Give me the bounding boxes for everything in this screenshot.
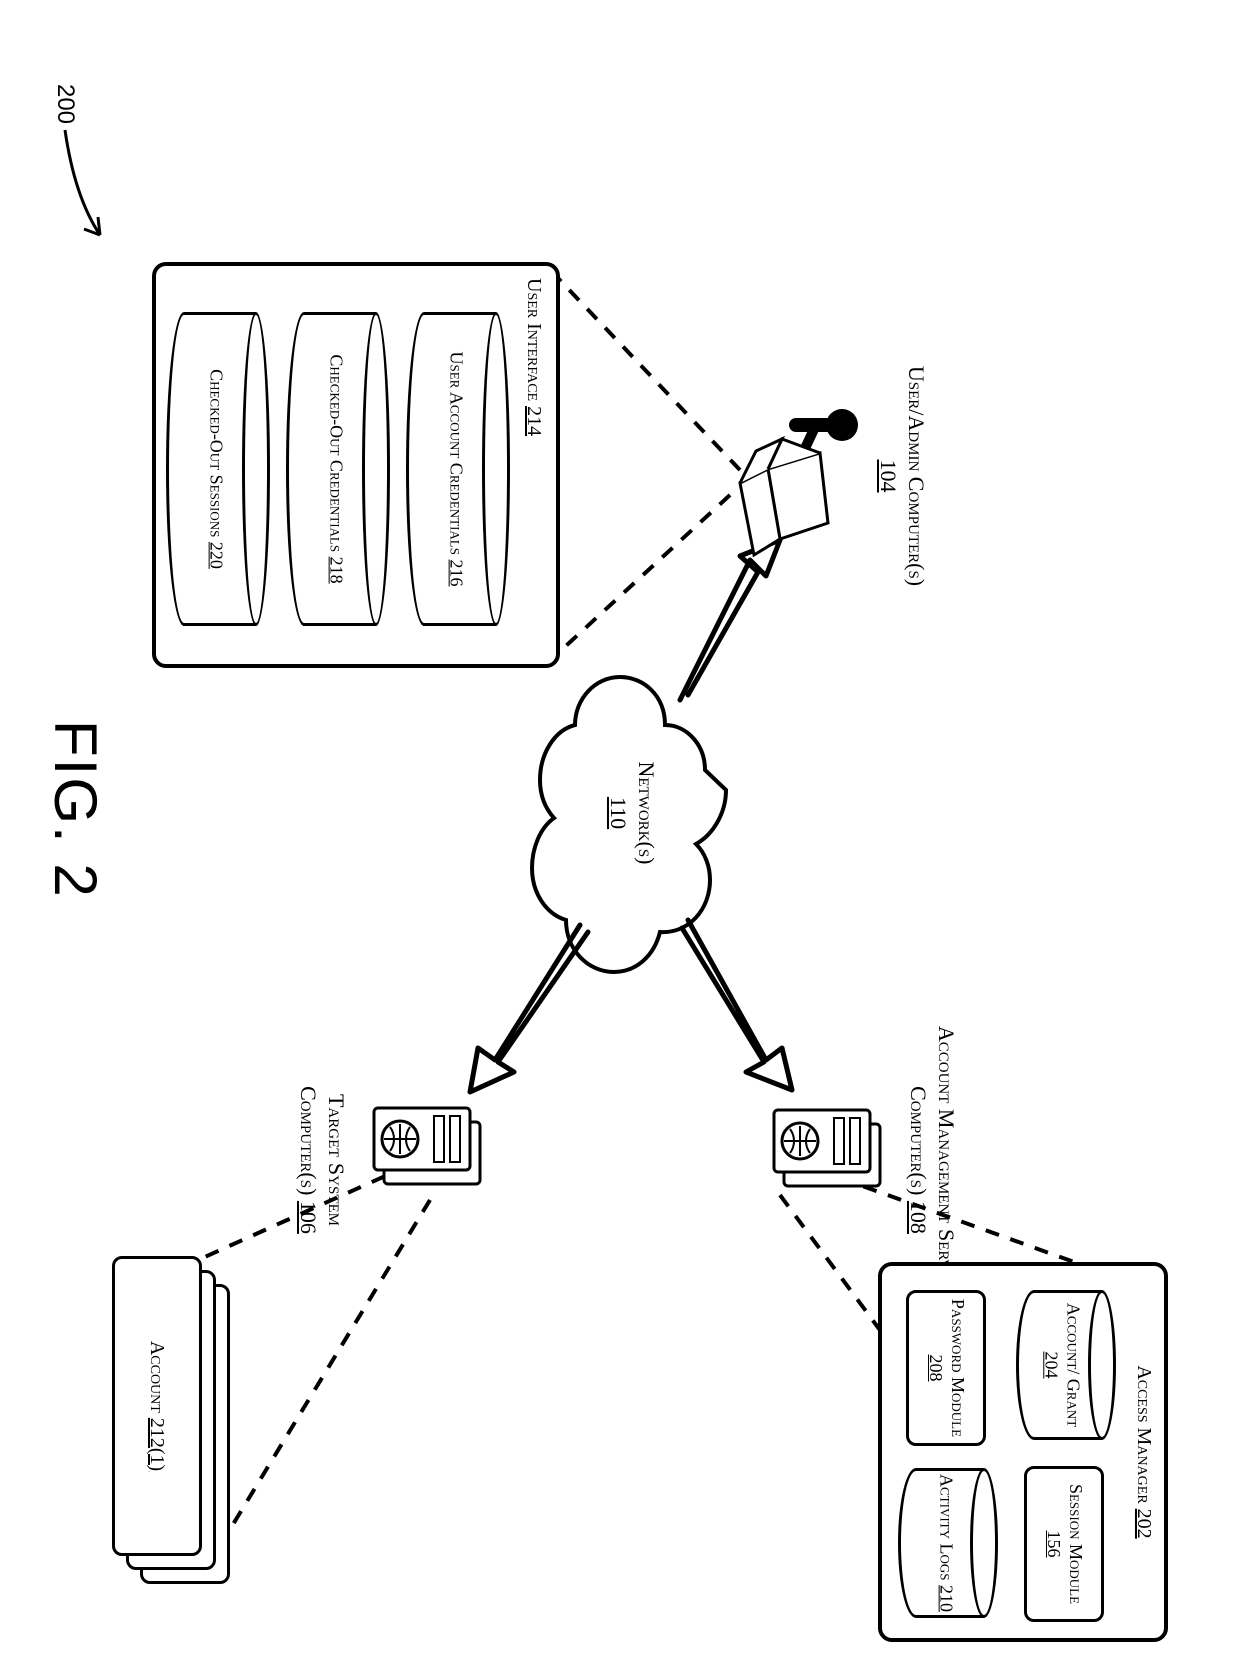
- account-grant-label: Account/ Grant: [1063, 1303, 1083, 1427]
- bolt-to-ams: [682, 920, 792, 1090]
- bolt-to-target: [470, 925, 588, 1092]
- activity-logs-text: Activity Logs 210: [935, 1468, 957, 1618]
- activity-logs-ref: 210: [937, 1585, 957, 1612]
- user-admin-text: User/Admin Computer(s): [904, 366, 929, 586]
- ams-ref: 108: [907, 1201, 932, 1234]
- figure-caption: FIG. 2: [41, 720, 110, 899]
- account-grant-ref: 204: [1042, 1352, 1062, 1379]
- co-sess-ref: 220: [207, 542, 227, 569]
- network-ref: 110: [607, 797, 632, 829]
- network-text: Network(s): [634, 761, 659, 864]
- session-module-label: Session Module: [1066, 1484, 1086, 1604]
- user-interface-panel: User Interface 214 User Account Credenti…: [152, 262, 560, 668]
- activity-logs-cyl: Activity Logs 210: [898, 1468, 998, 1618]
- password-module-label: Password Module: [948, 1299, 968, 1437]
- password-module-box: Password Module 208: [906, 1290, 986, 1446]
- activity-logs-label: Activity Logs: [937, 1474, 957, 1581]
- session-module-box: Session Module 156: [1024, 1466, 1104, 1622]
- co-sess-label: Checked-Out Sessions: [207, 369, 227, 537]
- target-ref: 106: [297, 1201, 322, 1234]
- account-grant-cyl: Account/ Grant 204: [1016, 1290, 1116, 1440]
- user-creds-label: User Account Credentials: [447, 352, 467, 555]
- co-creds-ref: 218: [327, 557, 347, 584]
- account-card-ref: 212(1): [147, 1418, 169, 1471]
- access-manager-title: Access Manager 202: [1131, 1266, 1156, 1638]
- user-interface-title: User Interface 214: [521, 278, 546, 658]
- session-module-ref: 156: [1044, 1531, 1064, 1558]
- account-grant-text: Account/ Grant 204: [1040, 1290, 1083, 1440]
- user-creds-cyl: User Account Credentials 216: [406, 312, 510, 626]
- figure-ref: 200: [50, 74, 80, 134]
- user-admin-label: User/Admin Computer(s) 104: [875, 356, 930, 596]
- account-card-front: Account 212(1): [112, 1256, 202, 1556]
- co-sess-cyl: Checked-Out Sessions 220: [166, 312, 270, 626]
- user-laptop-icon: [740, 409, 858, 555]
- access-manager-title-text: Access Manager: [1133, 1365, 1155, 1503]
- server-icon-ams: [774, 1110, 880, 1186]
- user-creds-ref: 216: [447, 559, 467, 586]
- ams-text: Account Management Service Computer(s): [907, 1026, 960, 1294]
- co-creds-label: Checked-Out Credentials: [327, 354, 347, 552]
- user-interface-title-text: User Interface: [523, 278, 545, 401]
- access-manager-panel: Access Manager 202 Account/ Grant 204 Se…: [878, 1262, 1168, 1642]
- co-creds-cyl: Checked-Out Credentials 218: [286, 312, 390, 626]
- network-label: Network(s) 110: [605, 738, 660, 888]
- callout-user-2: [556, 495, 730, 655]
- callout-user: [556, 276, 740, 470]
- access-manager-title-ref: 202: [1133, 1509, 1155, 1539]
- figure-ref-arrow: [65, 130, 100, 235]
- server-icon-target: [374, 1108, 480, 1184]
- user-interface-title-ref: 214: [523, 406, 545, 436]
- account-card-label: Account: [147, 1341, 169, 1413]
- target-label: Target System Computer(s) 106: [295, 1040, 350, 1280]
- password-module-ref: 208: [926, 1355, 946, 1382]
- user-admin-ref: 104: [877, 460, 902, 493]
- bolt-to-user: [680, 540, 780, 700]
